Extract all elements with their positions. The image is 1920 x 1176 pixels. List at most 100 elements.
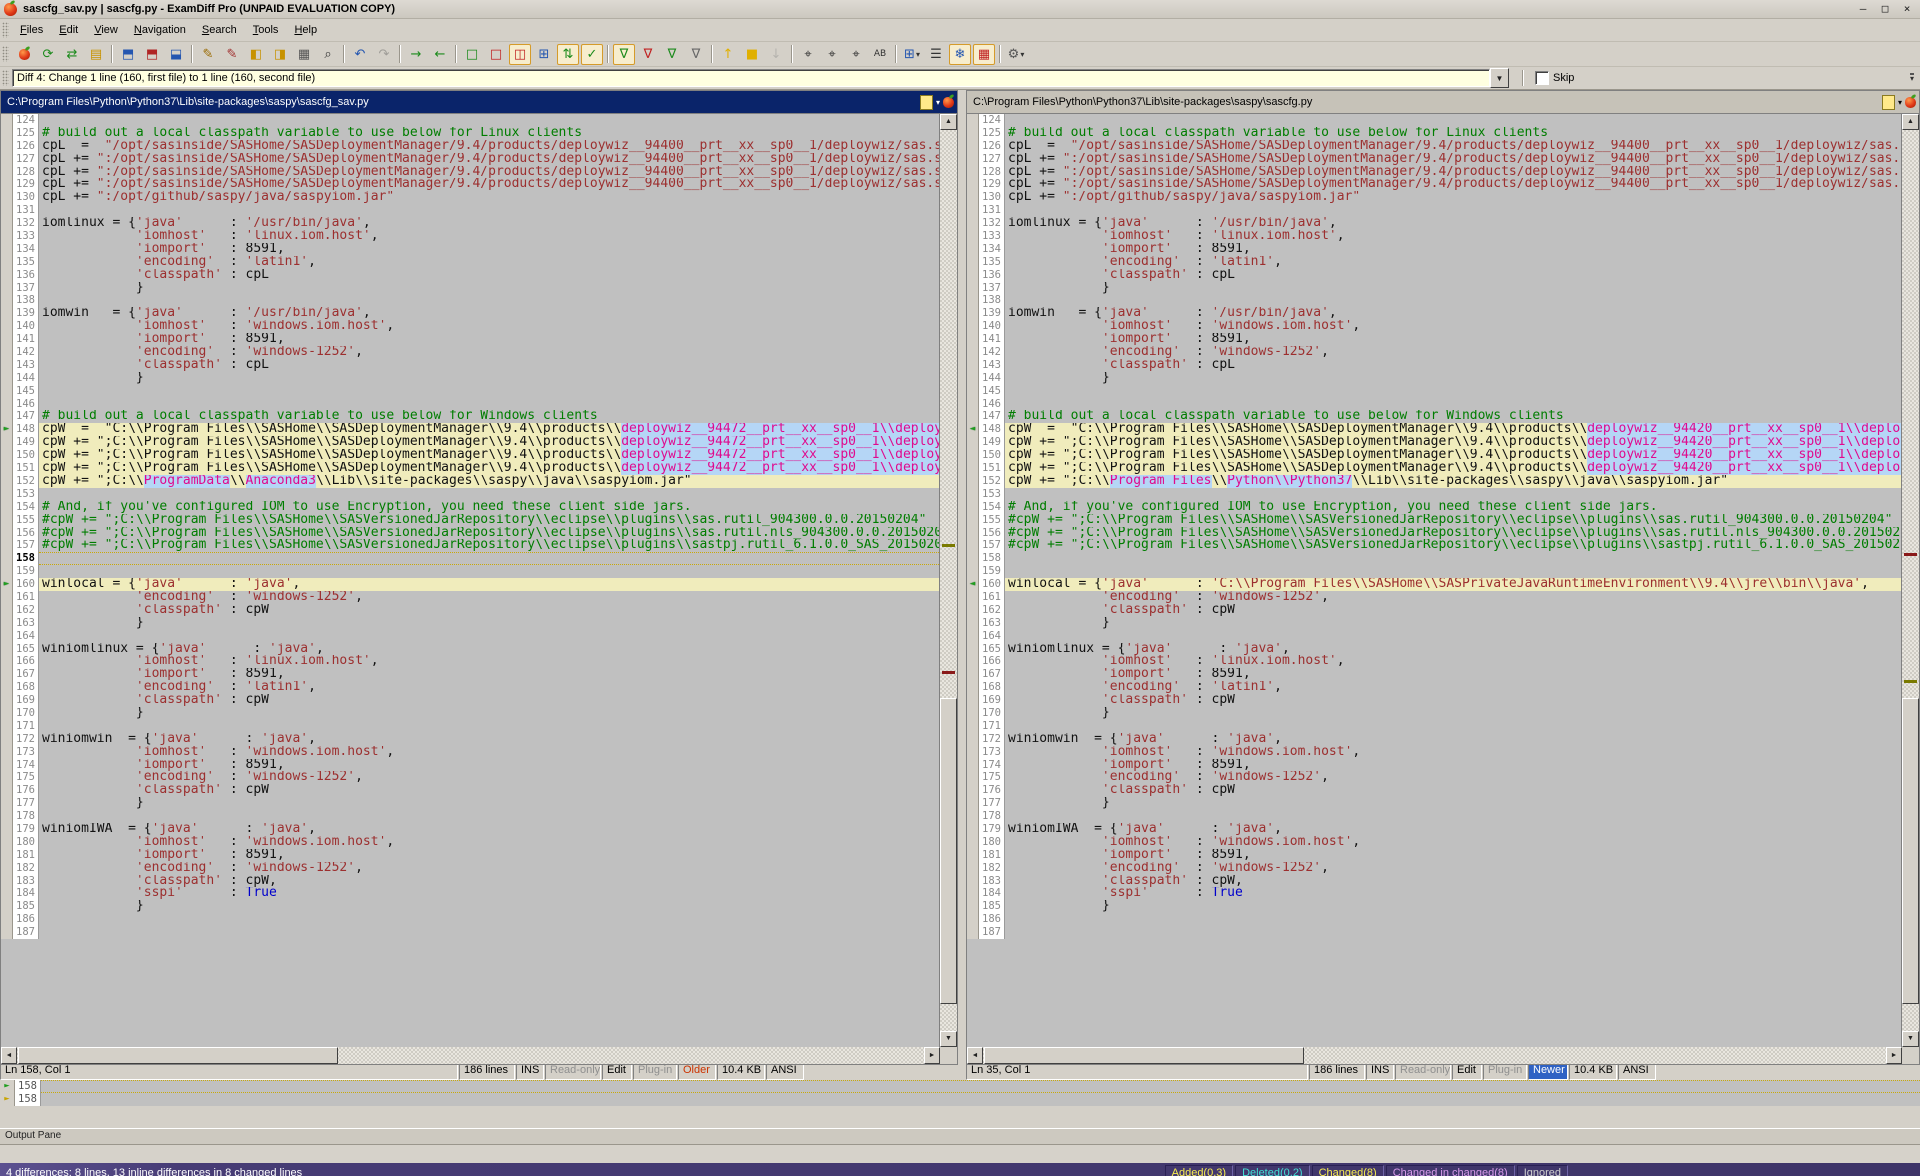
- code-line[interactable]: 177 }: [1, 797, 939, 810]
- code-line[interactable]: 155#cpW += ";C:\\Program Files\\SASHome\…: [967, 514, 1901, 527]
- code-line[interactable]: 152cpW += ";C:\\ProgramData\\Anaconda3\\…: [1, 475, 939, 488]
- file-actions-icon[interactable]: [1882, 95, 1895, 110]
- code-line[interactable]: 130cpL += ":/opt/github/saspy/java/saspy…: [967, 191, 1901, 204]
- code-line[interactable]: 134 'iomport' : 8591,: [1, 243, 939, 256]
- code-line[interactable]: 167 'iomport' : 8591,: [1, 668, 939, 681]
- code-line[interactable]: 180 'iomhost' : 'windows.iom.host',: [967, 836, 1901, 849]
- code-line[interactable]: 169 'classpath' : cpW: [967, 694, 1901, 707]
- code-line[interactable]: 168 'encoding' : 'latin1',: [1, 681, 939, 694]
- code-line[interactable]: 137 }: [1, 282, 939, 295]
- code-line[interactable]: 166 'iomhost' : 'linux.iom.host',: [1, 655, 939, 668]
- code-line[interactable]: 158: [1, 552, 939, 565]
- code-area-second-file[interactable]: 124125# build out a local classpath vari…: [967, 114, 1901, 1047]
- code-line[interactable]: 144 }: [967, 372, 1901, 385]
- code-line[interactable]: 152cpW += ";C:\\Program Files\\Python\\P…: [967, 475, 1901, 488]
- code-line[interactable]: 133 'iomhost' : 'linux.iom.host',: [1, 230, 939, 243]
- code-line[interactable]: 136 'classpath' : cpL: [967, 269, 1901, 282]
- code-line[interactable]: 164: [1, 630, 939, 643]
- code-line[interactable]: 126cpL = "/opt/sasinside/SASHome/SASDepl…: [967, 140, 1901, 153]
- scroll-down-icon[interactable]: ▼: [1902, 1031, 1919, 1047]
- merge-right-icon[interactable]: ◨: [269, 44, 291, 65]
- code-line[interactable]: 181 'iomport' : 8591,: [967, 849, 1901, 862]
- code-line[interactable]: 162 'classpath' : cpW: [1, 604, 939, 617]
- code-line[interactable]: 170 }: [1, 707, 939, 720]
- code-line[interactable]: 124: [1, 114, 939, 127]
- maximize-button[interactable]: □: [1876, 2, 1894, 16]
- toolbar-grip[interactable]: [2, 70, 9, 85]
- show-all-lines-icon[interactable]: ∇: [613, 44, 635, 65]
- swap-panes-icon[interactable]: ⇄: [61, 44, 83, 65]
- code-line[interactable]: 171: [1, 720, 939, 733]
- copy-block-right-icon[interactable]: →: [405, 44, 427, 65]
- code-line[interactable]: 174 'iomport' : 8591,: [967, 759, 1901, 772]
- code-line[interactable]: 161 'encoding' : 'windows-1252',: [967, 591, 1901, 604]
- code-line[interactable]: 140 'iomhost' : 'windows.iom.host',: [1, 320, 939, 333]
- code-line[interactable]: 145: [967, 385, 1901, 398]
- skip-checkbox[interactable]: [1535, 71, 1549, 85]
- code-line[interactable]: 182 'encoding' : 'windows-1252',: [1, 862, 939, 875]
- edit-first-file-icon[interactable]: ✎: [197, 44, 219, 65]
- show-second-pane-only-icon[interactable]: □: [485, 44, 507, 65]
- code-line[interactable]: 166 'iomhost' : 'linux.iom.host',: [967, 655, 1901, 668]
- split-horizontal-icon[interactable]: ⊞: [533, 44, 555, 65]
- scroll-up-icon[interactable]: ▲: [940, 114, 957, 130]
- options-icon[interactable]: ⚙▾: [1005, 44, 1027, 65]
- find-icon[interactable]: ⌕: [317, 44, 339, 65]
- code-line[interactable]: 157#cpW += ";C:\\Program Files\\SASHome\…: [967, 539, 1901, 552]
- code-line[interactable]: 178: [1, 810, 939, 823]
- code-line[interactable]: 172winiomwin = {'java' : 'java',: [1, 733, 939, 746]
- code-line[interactable]: 182 'encoding' : 'windows-1252',: [967, 862, 1901, 875]
- code-line[interactable]: 125# build out a local classpath variabl…: [967, 127, 1901, 140]
- code-line[interactable]: 150cpW += ";C:\\Program Files\\SASHome\\…: [1, 449, 939, 462]
- menu-edit[interactable]: Edit: [51, 22, 86, 38]
- scroll-down-icon[interactable]: ▼: [940, 1031, 957, 1047]
- code-line[interactable]: 177 }: [967, 797, 1901, 810]
- open-files-icon[interactable]: ▤: [85, 44, 107, 65]
- scrollbar-track[interactable]: [940, 130, 957, 1031]
- show-diff-lines-only-icon[interactable]: ∇: [637, 44, 659, 65]
- current-line-second-file-row[interactable]: ► 158: [0, 1093, 1920, 1106]
- compare-files-icon[interactable]: [13, 44, 35, 65]
- close-button[interactable]: ×: [1898, 2, 1916, 16]
- merge-left-icon[interactable]: ◧: [245, 44, 267, 65]
- code-line[interactable]: 168 'encoding' : 'latin1',: [967, 681, 1901, 694]
- menu-view[interactable]: View: [86, 22, 126, 38]
- code-line[interactable]: 159: [1, 565, 939, 578]
- scrollbar-thumb[interactable]: [940, 698, 957, 1004]
- code-line[interactable]: 153: [1, 488, 939, 501]
- code-line[interactable]: 142 'encoding' : 'windows-1252',: [1, 346, 939, 359]
- toolbar-grip[interactable]: [2, 22, 9, 37]
- find-next-difference-icon[interactable]: ⌖: [845, 44, 867, 65]
- chevron-down-icon[interactable]: ▾: [1898, 98, 1902, 107]
- code-line[interactable]: 132iomlinux = {'java' : '/usr/bin/java',: [967, 217, 1901, 230]
- minimize-button[interactable]: —: [1854, 2, 1872, 16]
- code-line[interactable]: 183 'classpath' : cpW,: [967, 875, 1901, 888]
- code-line[interactable]: 142 'encoding' : 'windows-1252',: [967, 346, 1901, 359]
- code-line[interactable]: 153: [967, 488, 1901, 501]
- current-diff-block-icon[interactable]: ■: [741, 44, 763, 65]
- code-line[interactable]: 147# build out a local classpath variabl…: [1, 410, 939, 423]
- code-line[interactable]: 141 'iomport' : 8591,: [967, 333, 1901, 346]
- code-line[interactable]: 164: [967, 630, 1901, 643]
- code-line[interactable]: 185 }: [967, 900, 1901, 913]
- scrollbar-track[interactable]: [1902, 130, 1919, 1031]
- chevron-down-icon[interactable]: ▼: [1490, 68, 1509, 88]
- code-line[interactable]: 143 'classpath' : cpL: [1, 359, 939, 372]
- code-line[interactable]: 159: [967, 565, 1901, 578]
- auto-recompare-icon[interactable]: ⇅: [557, 44, 579, 65]
- code-area-first-file[interactable]: 124125# build out a local classpath vari…: [1, 114, 939, 1047]
- code-line[interactable]: 165winiomlinux = {'java' : 'java',: [967, 643, 1901, 656]
- menu-search[interactable]: Search: [194, 22, 245, 38]
- code-line[interactable]: 178: [967, 810, 1901, 823]
- code-line[interactable]: 135 'encoding' : 'latin1',: [1, 256, 939, 269]
- scrollbar-track[interactable]: [983, 1047, 1886, 1064]
- code-line[interactable]: 167 'iomport' : 8591,: [967, 668, 1901, 681]
- code-line[interactable]: 165winiomlinux = {'java' : 'java',: [1, 643, 939, 656]
- code-line[interactable]: 162 'classpath' : cpW: [967, 604, 1901, 617]
- code-line[interactable]: 136 'classpath' : cpL: [1, 269, 939, 282]
- code-line[interactable]: 139iomwin = {'java' : '/usr/bin/java',: [1, 307, 939, 320]
- split-vertical-icon[interactable]: ◫: [509, 44, 531, 65]
- current-line-first-file-row[interactable]: ► 158: [0, 1080, 1920, 1093]
- scrollbar-thumb[interactable]: [1902, 698, 1919, 1004]
- code-line[interactable]: 185 }: [1, 900, 939, 913]
